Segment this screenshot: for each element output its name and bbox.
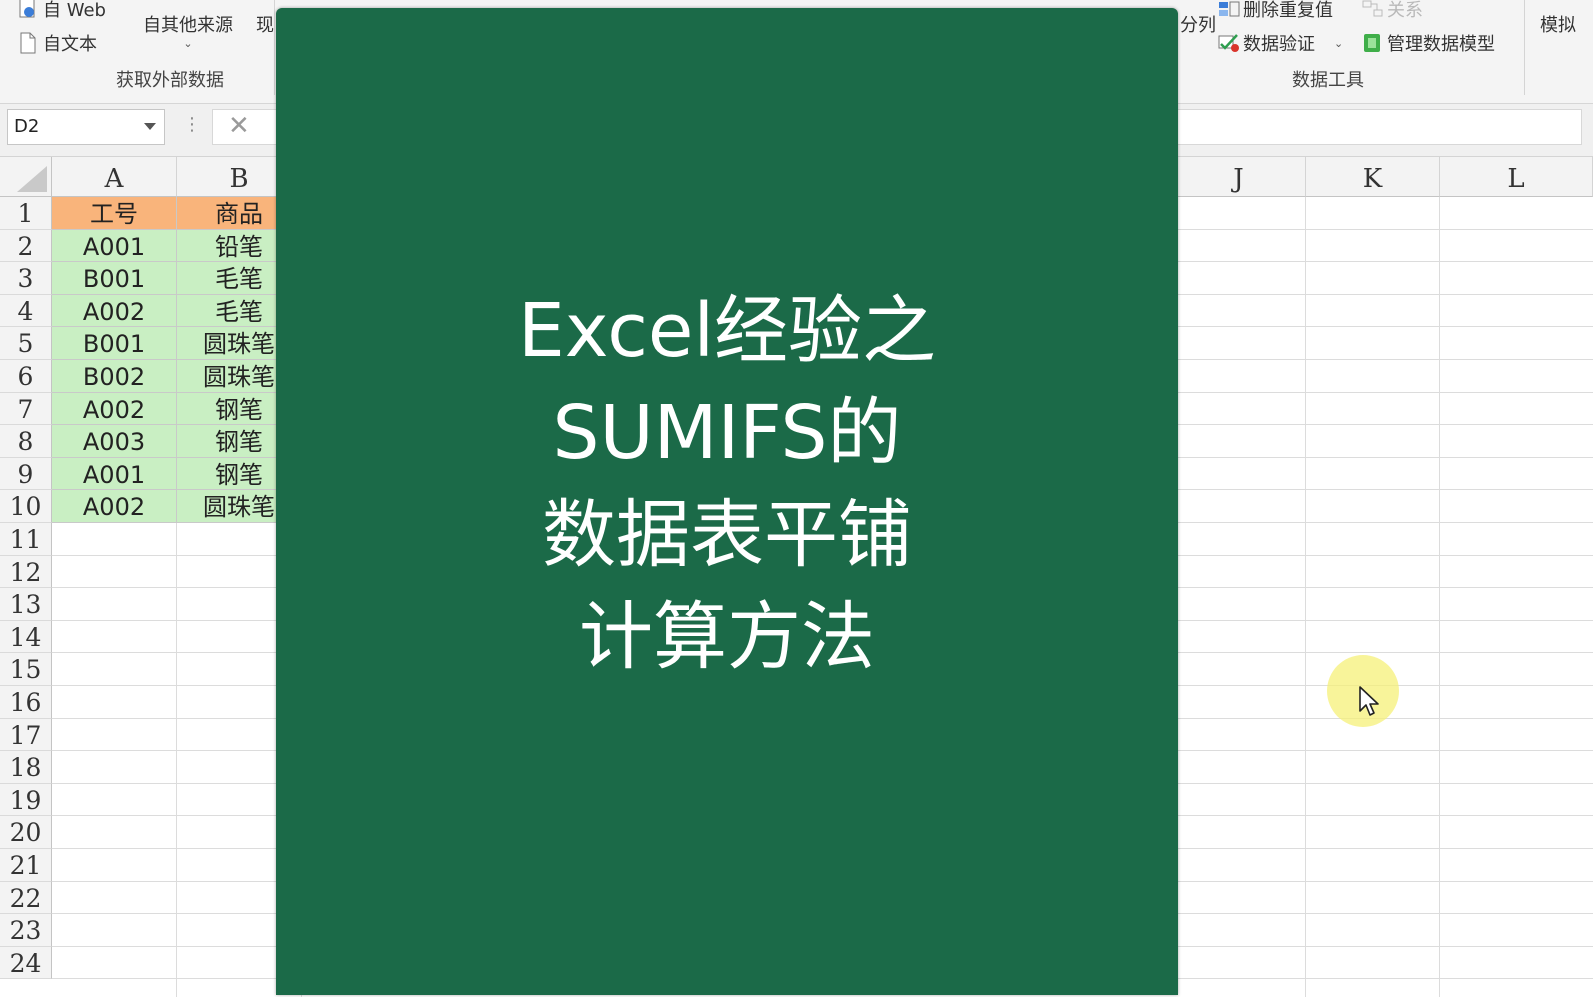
name-box[interactable]: D2 <box>7 109 165 145</box>
row-header[interactable]: 3 <box>0 262 52 295</box>
split-column-button[interactable]: 分列 <box>1180 11 1216 37</box>
title-line: 计算方法 <box>579 593 875 680</box>
row-header[interactable]: 18 <box>0 751 52 784</box>
employee-id-cell[interactable]: A002 <box>52 392 177 426</box>
web-page-icon <box>18 0 38 20</box>
column-header-a[interactable]: A <box>52 157 177 197</box>
employee-id-cell[interactable]: A001 <box>52 457 177 491</box>
row-header[interactable]: 14 <box>0 620 52 654</box>
row-header[interactable]: 9 <box>0 457 52 491</box>
data-validation-button[interactable]: 数据验证 ⌄ <box>1218 30 1343 56</box>
row-header[interactable]: 8 <box>0 425 52 458</box>
existing-connections-label: 现 <box>256 15 274 36</box>
relationships-label: 关系 <box>1387 0 1423 21</box>
group-divider <box>1524 0 1525 95</box>
chevron-down-icon[interactable] <box>144 123 156 130</box>
remove-duplicates-icon <box>1218 0 1240 20</box>
from-web-button[interactable]: 自 Web <box>18 0 106 22</box>
data-model-icon <box>1362 32 1382 54</box>
select-all-corner[interactable] <box>0 157 52 197</box>
row-header[interactable]: 6 <box>0 360 52 393</box>
title-line: 数据表平铺 <box>542 491 912 578</box>
remove-duplicates-label: 删除重复值 <box>1243 0 1333 21</box>
row-header[interactable]: 13 <box>0 588 52 621</box>
employee-id-cell[interactable]: A002 <box>52 490 177 523</box>
more-options-icon[interactable]: ⋮ <box>183 114 201 135</box>
column-header-k[interactable]: K <box>1306 157 1440 197</box>
row-header[interactable]: 15 <box>0 653 52 686</box>
existing-connections-button[interactable]: 现 <box>256 11 274 37</box>
from-text-label: 自文本 <box>43 34 97 55</box>
row-header[interactable]: 20 <box>0 816 52 849</box>
row-header[interactable]: 19 <box>0 783 52 817</box>
title-text: Excel经验之 SUMIFS的 数据表平铺 计算方法 <box>518 280 936 688</box>
employee-id-cell[interactable]: B001 <box>52 262 177 295</box>
row-header[interactable]: 11 <box>0 523 52 556</box>
row-header[interactable]: 17 <box>0 718 52 752</box>
title-card: Excel经验之 SUMIFS的 数据表平铺 计算方法 <box>276 8 1178 995</box>
row-header[interactable]: 2 <box>0 229 52 263</box>
relationships-button[interactable]: 关系 <box>1362 0 1423 22</box>
text-file-icon <box>18 32 38 54</box>
group-divider <box>274 0 275 95</box>
chevron-down-icon[interactable]: ⌄ <box>1334 37 1343 50</box>
employee-id-cell[interactable]: B001 <box>52 327 177 360</box>
employee-id-cell[interactable]: A003 <box>52 425 177 458</box>
row-header[interactable]: 4 <box>0 294 52 328</box>
title-line: SUMIFS的 <box>552 389 902 476</box>
manage-data-model-label: 管理数据模型 <box>1387 34 1495 55</box>
row-header[interactable]: 24 <box>0 946 52 980</box>
group-label-data-tools: 数据工具 <box>1292 70 1364 91</box>
from-web-label: 自 Web <box>43 0 106 21</box>
row-header[interactable]: 23 <box>0 914 52 947</box>
column-gridline <box>1305 197 1306 997</box>
from-other-sources-button[interactable]: 自其他来源 ⌄ <box>143 11 233 50</box>
header-cell[interactable]: 工号 <box>52 197 177 230</box>
data-validation-label: 数据验证 <box>1243 34 1315 55</box>
from-text-button[interactable]: 自文本 <box>18 30 97 56</box>
row-header[interactable]: 5 <box>0 327 52 360</box>
row-header[interactable]: 16 <box>0 686 52 719</box>
row-header[interactable]: 7 <box>0 392 52 426</box>
row-header[interactable]: 22 <box>0 881 52 915</box>
employee-id-cell[interactable]: B002 <box>52 360 177 393</box>
chevron-down-icon: ⌄ <box>183 37 193 50</box>
name-box-value: D2 <box>14 116 40 137</box>
column-header-j[interactable]: J <box>1172 157 1306 197</box>
employee-id-cell[interactable]: A001 <box>52 229 177 263</box>
column-header-l[interactable]: L <box>1440 157 1593 197</box>
from-other-sources-label: 自其他来源 <box>143 15 233 36</box>
split-column-label: 分列 <box>1180 15 1216 36</box>
column-gridline <box>1439 197 1440 997</box>
row-header[interactable]: 1 <box>0 197 52 230</box>
manage-data-model-button[interactable]: 管理数据模型 <box>1362 30 1495 56</box>
row-header[interactable]: 10 <box>0 490 52 523</box>
row-header[interactable]: 12 <box>0 555 52 589</box>
remove-duplicates-button[interactable]: 删除重复值 <box>1218 0 1333 22</box>
employee-id-cell[interactable]: A002 <box>52 294 177 328</box>
mouse-pointer-icon <box>1359 686 1379 716</box>
title-line: Excel经验之 <box>517 287 937 374</box>
data-validation-icon <box>1218 32 1239 54</box>
what-if-analysis-label: 模拟 <box>1540 15 1576 36</box>
cancel-icon[interactable]: ✕ <box>228 111 250 141</box>
relationships-icon <box>1362 0 1383 20</box>
row-header[interactable]: 21 <box>0 849 52 882</box>
group-label-get-external-data: 获取外部数据 <box>116 70 224 91</box>
what-if-analysis-button[interactable]: 模拟 <box>1540 11 1576 37</box>
